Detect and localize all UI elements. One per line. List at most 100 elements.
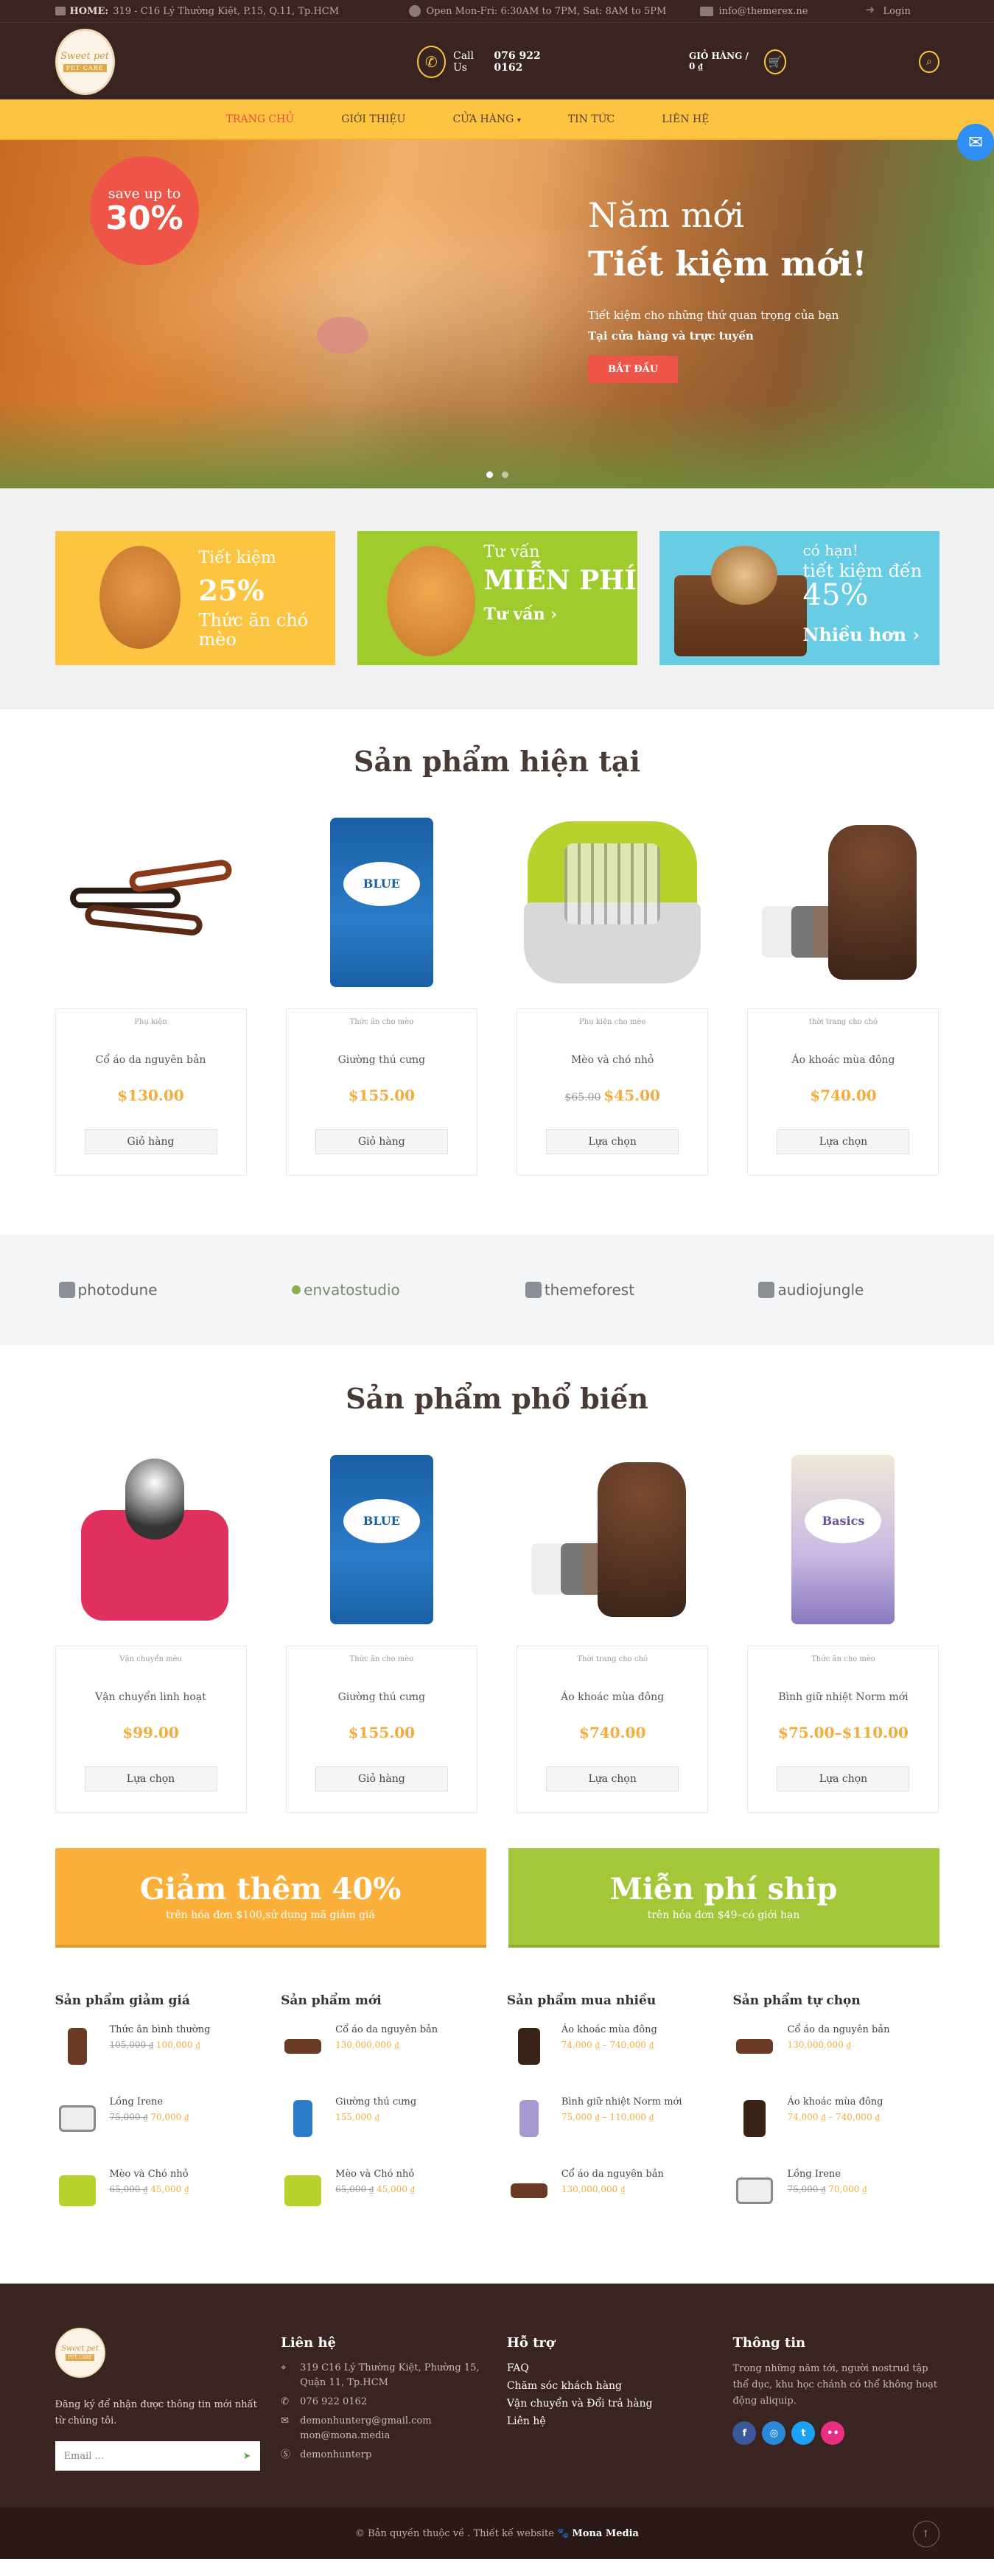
product-card[interactable]: Phụ kiện cho mèo Mèo và chó nhỏ $65.00 $4…	[517, 804, 709, 1176]
promo3-link[interactable]: Nhiều hơn ›	[803, 624, 920, 645]
widget-thumb[interactable]	[55, 2024, 99, 2068]
brand-logo-audiojungle[interactable]: audiojungle	[758, 1281, 935, 1299]
contact-email-1[interactable]: demonhunterg@gmail.com	[300, 2415, 431, 2426]
slider-dot[interactable]	[501, 471, 508, 478]
product-name[interactable]: Áo khoác mùa đông	[525, 1691, 700, 1703]
back-to-top-button[interactable]: ↑	[912, 2521, 939, 2547]
nav-home[interactable]: TRANG CHỦ	[226, 113, 295, 125]
widget-item[interactable]: Lồng Irene 75,000 ₫ 70,000 ₫	[55, 2096, 262, 2152]
instagram-icon[interactable]: ◎	[762, 2421, 786, 2445]
product-image[interactable]	[55, 1442, 247, 1637]
cart-link[interactable]: GIỎ HÀNG / 0 ₫ 🛒	[689, 49, 787, 74]
nav-shop[interactable]: CỬA HÀNG ▾	[452, 113, 520, 125]
widget-item[interactable]: Áo khoác mùa đông 74,000 ₫ – 740,000 ₫	[732, 2096, 939, 2152]
select-options-button[interactable]: Lựa chọn	[777, 1766, 910, 1791]
slider-dot[interactable]	[486, 471, 493, 478]
newsletter-email-field[interactable]: Email ... ➤	[55, 2441, 260, 2471]
search-icon[interactable]: ⌕	[919, 50, 939, 73]
product-category[interactable]: Thức ăn cho mèo	[294, 1655, 469, 1663]
widget-item[interactable]: Bình giữ nhiệt Norm mới 75,000 ₫ – 110,0…	[506, 2096, 713, 2152]
product-card[interactable]: Basics Thức ăn cho mèo Bình giữ nhiệt No…	[747, 1442, 939, 1813]
login-label[interactable]: Login	[883, 6, 911, 17]
add-to-cart-button[interactable]: Giỏ hàng	[315, 1766, 448, 1791]
product-card[interactable]: Vận chuyển mèo Vận chuyển linh hoạt $99.…	[55, 1442, 247, 1813]
widget-item-name[interactable]: Cổ áo da nguyên bản	[787, 2024, 889, 2035]
widget-item[interactable]: Lồng Irene 75,000 ₫ 70,000 ₫	[732, 2169, 939, 2225]
widget-thumb[interactable]	[732, 2169, 777, 2213]
product-category[interactable]: Vận chuyển mèo	[63, 1655, 239, 1663]
product-image[interactable]	[517, 804, 708, 1000]
product-image[interactable]	[55, 804, 247, 1000]
product-card[interactable]: thời trang cho chó Áo khoác mùa đông $74…	[747, 804, 939, 1176]
send-icon[interactable]: ➤	[243, 2451, 251, 2462]
widget-item-name[interactable]: Áo khoác mùa đông	[787, 2096, 883, 2108]
widget-item-name[interactable]: Cổ áo da nguyên bản	[561, 2169, 664, 2180]
nav-contact[interactable]: LIÊN HỆ	[662, 113, 709, 125]
widget-item-name[interactable]: Mèo và Chó nhỏ	[110, 2169, 189, 2180]
login-link[interactable]: Login	[866, 3, 911, 17]
product-card[interactable]: Thời trang cho chó Áo khoác mùa đông $74…	[517, 1442, 709, 1813]
product-card[interactable]: Phụ kiện Cổ áo da nguyên bản $130.00 Giỏ…	[55, 804, 247, 1176]
site-logo[interactable]: Sweet pet PET CARE	[55, 28, 115, 95]
support-link-shipping[interactable]: Vận chuyển và Đổi trả hàng	[507, 2398, 713, 2410]
facebook-icon[interactable]: f	[732, 2421, 757, 2445]
promo-box-food[interactable]: Tiết kiệm 25% Thức ăn chó mèo	[55, 531, 335, 665]
product-image[interactable]: Basics	[747, 1442, 939, 1637]
widget-item-name[interactable]: Giường thú cưng	[335, 2096, 416, 2108]
product-category[interactable]: thời trang cho chó	[755, 1018, 931, 1026]
footer-logo[interactable]: Sweet pet PET CARE	[55, 2328, 105, 2378]
flickr-icon[interactable]: ••	[821, 2421, 845, 2445]
contact-email-2[interactable]: mon@mona.media	[300, 2430, 390, 2441]
messenger-icon[interactable]: ✉	[957, 124, 994, 161]
cart-label[interactable]: GIỎ HÀNG / 0 ₫	[689, 51, 757, 72]
product-card[interactable]: BLUE Thức ăn cho mèo Giường thú cưng $15…	[285, 804, 477, 1176]
free-ship-banner[interactable]: Miễn phí ship trên hóa đơn $49–có giới h…	[508, 1848, 939, 1948]
contact-phone-text[interactable]: 076 922 0162	[300, 2395, 367, 2410]
widget-thumb[interactable]	[281, 2169, 326, 2213]
email-text[interactable]: info@themerex.ne	[719, 6, 808, 17]
widget-thumb[interactable]	[506, 2096, 551, 2141]
widget-item-name[interactable]: Bình giữ nhiệt Norm mới	[561, 2096, 682, 2108]
product-image[interactable]: BLUE	[286, 804, 477, 1000]
product-name[interactable]: Bình giữ nhiệt Norm mới	[755, 1691, 931, 1703]
widget-thumb[interactable]	[732, 2096, 777, 2141]
promo-box-limited[interactable]: có hạn! tiết kiệm đến 45% Nhiều hơn ›	[659, 531, 939, 665]
widget-thumb[interactable]	[55, 2096, 99, 2141]
brand-logo-photodune[interactable]: photodune	[58, 1281, 236, 1299]
widget-thumb[interactable]	[506, 2169, 551, 2213]
promo2-link[interactable]: Tư vấn ›	[484, 605, 558, 624]
topbar-email[interactable]: info@themerex.ne	[699, 6, 866, 17]
product-category[interactable]: Thức ăn cho mèo	[755, 1655, 931, 1663]
product-name[interactable]: Cổ áo da nguyên bản	[63, 1054, 239, 1066]
contact-skype-text[interactable]: demonhunterp	[300, 2448, 371, 2463]
product-card[interactable]: BLUE Thức ăn cho mèo Giường thú cưng $15…	[285, 1442, 477, 1813]
brand-logo-themeforest[interactable]: themeforest	[525, 1281, 702, 1299]
widget-thumb[interactable]	[281, 2096, 326, 2141]
widget-item[interactable]: Mèo và Chó nhỏ 65,000 ₫ 45,000 ₫	[55, 2169, 262, 2225]
select-options-button[interactable]: Lựa chọn	[777, 1129, 910, 1154]
widget-item[interactable]: Cổ áo da nguyên bản 130,000,000 ₫	[281, 2024, 487, 2080]
widget-item-name[interactable]: Cổ áo da nguyên bản	[335, 2024, 438, 2035]
product-category[interactable]: Thức ăn cho mèo	[294, 1018, 469, 1026]
product-name[interactable]: Áo khoác mùa đông	[755, 1054, 931, 1066]
widget-item[interactable]: Cổ áo da nguyên bản 130,000,000 ₫	[732, 2024, 939, 2080]
support-link-contact[interactable]: Liên hệ	[507, 2415, 713, 2427]
add-to-cart-button[interactable]: Giỏ hàng	[315, 1129, 448, 1154]
contact-phone[interactable]: ✆ 076 922 0162	[281, 2395, 487, 2410]
contact-email[interactable]: ✉ demonhunterg@gmail.com mon@mona.media	[281, 2414, 487, 2443]
start-button[interactable]: BẮT ĐẦU	[588, 356, 679, 383]
brand-logo-envato[interactable]: envatostudio	[292, 1281, 469, 1299]
widget-item[interactable]: Áo khoác mùa đông 74,000 ₫ – 740,000 ₫	[506, 2024, 713, 2080]
product-name[interactable]: Giường thú cưng	[294, 1054, 469, 1066]
widget-item-name[interactable]: Thức ăn bình thường	[110, 2024, 211, 2035]
support-link-faq[interactable]: FAQ	[507, 2362, 713, 2374]
widget-thumb[interactable]	[55, 2169, 99, 2213]
nav-shop-label[interactable]: CỬA HÀNG	[452, 113, 514, 125]
twitter-icon[interactable]: t	[791, 2421, 816, 2445]
widget-item-name[interactable]: Lồng Irene	[110, 2096, 189, 2108]
add-to-cart-button[interactable]: Giỏ hàng	[84, 1129, 217, 1154]
product-category[interactable]: Thời trang cho chó	[525, 1655, 700, 1663]
product-name[interactable]: Giường thú cưng	[294, 1691, 469, 1703]
product-image[interactable]	[517, 1442, 708, 1637]
phone-number[interactable]: 076 922 0162	[494, 50, 564, 74]
